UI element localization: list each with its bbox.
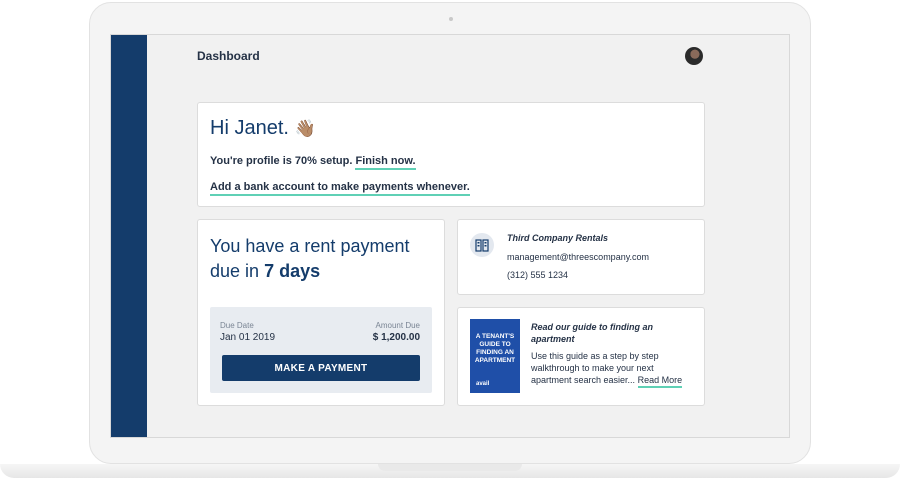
avatar[interactable] xyxy=(685,47,703,65)
rent-days: 7 days xyxy=(264,261,321,281)
app-screen: Dashboard Hi Janet. 👋🏽 You're profile is… xyxy=(110,34,790,438)
greeting: Hi Janet. 👋🏽 xyxy=(210,117,316,140)
amount-label: Amount Due xyxy=(375,321,420,330)
due-date-label: Due Date xyxy=(220,321,254,330)
guide-description: Use this guide as a step by step walkthr… xyxy=(531,350,696,388)
page-title: Dashboard xyxy=(197,49,260,63)
welcome-card: Hi Janet. 👋🏽 You're profile is 70% setup… xyxy=(197,102,705,207)
greeting-text: Hi Janet. xyxy=(210,117,289,139)
company-name: Third Company Rentals xyxy=(507,233,609,243)
rent-heading: You have a rent payment due in 7 days xyxy=(210,234,430,284)
guide-card: A TENANT'S GUIDE TO FINDING AN APARTMENT… xyxy=(457,307,705,406)
laptop-notch xyxy=(378,464,522,471)
company-card: Third Company Rentals management@threesc… xyxy=(457,219,705,295)
camera-dot xyxy=(449,17,453,21)
company-phone[interactable]: (312) 555 1234 xyxy=(507,270,568,280)
add-bank-account-link[interactable]: Add a bank account to make payments when… xyxy=(210,181,470,196)
read-more-link[interactable]: Read More xyxy=(637,375,683,388)
sidebar xyxy=(111,35,147,437)
building-icon xyxy=(470,233,494,257)
payment-box: Due Date Jan 01 2019 Amount Due $ 1,200.… xyxy=(210,307,432,393)
rent-card: You have a rent payment due in 7 days Du… xyxy=(197,219,445,406)
wave-icon: 👋🏽 xyxy=(294,119,316,138)
due-date-value: Jan 01 2019 xyxy=(220,332,276,343)
guide-title: Read our guide to finding an apartment xyxy=(531,322,653,344)
guide-cover-title: A TENANT'S GUIDE TO FINDING AN APARTMENT xyxy=(474,333,516,364)
profile-status: You're profile is 70% setup. Finish now. xyxy=(210,155,416,170)
profile-status-text: You're profile is 70% setup. xyxy=(210,155,353,167)
guide-book-cover[interactable]: A TENANT'S GUIDE TO FINDING AN APARTMENT… xyxy=(470,319,520,393)
amount-value: $ 1,200.00 xyxy=(372,332,420,343)
finish-profile-link[interactable]: Finish now. xyxy=(355,155,416,170)
company-email[interactable]: management@threescompany.com xyxy=(507,252,649,262)
make-payment-button[interactable]: MAKE A PAYMENT xyxy=(222,355,420,381)
guide-cover-brand: avail xyxy=(476,381,490,387)
